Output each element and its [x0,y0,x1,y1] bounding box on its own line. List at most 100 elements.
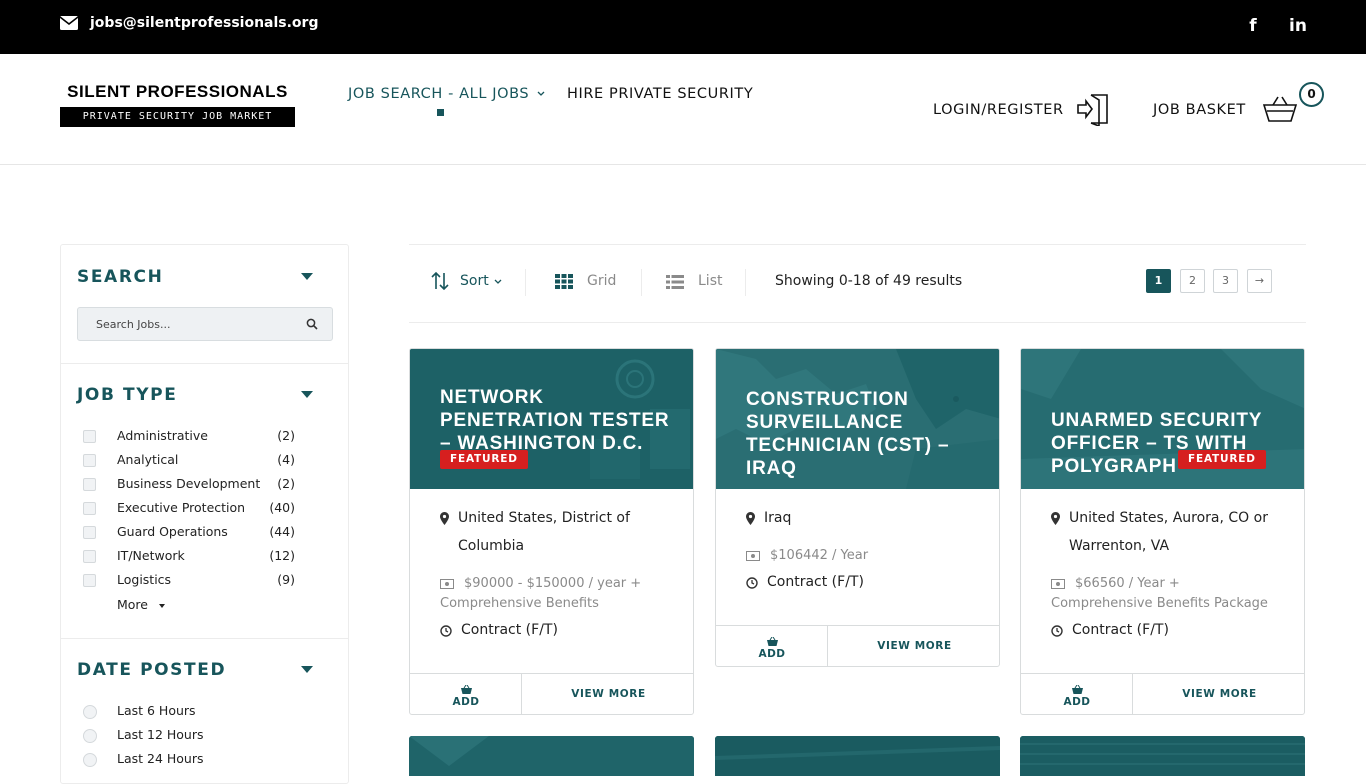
basket-icon [461,685,472,694]
job-type-count: (44) [269,524,295,539]
job-card: CONSTRUCTION SURVEILLANCE TECHNICIAN (CS… [715,348,1000,667]
featured-badge: FEATURED [440,450,528,469]
job-type-option[interactable]: Guard Operations (44) [83,523,295,543]
date-option[interactable]: Last 24 Hours [83,750,303,770]
job-card-banner[interactable]: UNARMED SECURITY OFFICER – TS WITH POLYG… [1021,349,1304,489]
checkbox[interactable] [83,550,96,563]
clock-icon [440,625,452,637]
nav-hire-security[interactable]: HIRE PRIVATE SECURITY [567,86,753,102]
job-type-label: Guard Operations [117,524,228,539]
checkbox[interactable] [83,526,96,539]
facebook-icon[interactable]: f [1242,15,1264,37]
location-pin-icon [1051,512,1060,525]
job-type-option[interactable]: Business Development (2) [83,475,295,495]
search-field [77,307,333,341]
job-type-collapse-caret-icon[interactable] [301,391,313,398]
add-to-basket-button[interactable]: ADD [716,626,828,666]
results-toolbar: Sort Grid List Showing 0-18 of 49 result… [409,244,1306,323]
salary-text: $106442 / Year [770,548,869,563]
radio-button[interactable] [83,729,97,743]
view-more-button[interactable]: VIEW MORE [523,674,693,714]
job-title[interactable]: CONSTRUCTION SURVEILLANCE TECHNICIAN (CS… [746,388,981,480]
job-location: United States, Aurora, CO or Warrenton, … [1051,504,1286,560]
search-collapse-caret-icon[interactable] [301,273,313,280]
job-card-banner[interactable] [409,736,694,776]
contact-email[interactable]: jobs@silentprofessionals.org [60,15,318,31]
date-option[interactable]: Last 12 Hours [83,726,303,746]
job-card-actions: ADD VIEW MORE [716,625,999,666]
job-title[interactable]: NETWORK PENETRATION TESTER – WASHINGTON … [440,386,675,455]
toolbar-separator [745,269,746,296]
job-type-option[interactable]: IT/Network (12) [83,547,295,567]
view-more-button[interactable]: VIEW MORE [1134,674,1304,714]
location-text: Iraq [764,510,792,526]
sort-dropdown[interactable]: Sort [460,273,489,289]
active-nav-indicator [437,109,444,116]
login-icon[interactable] [1077,92,1111,126]
job-card-banner[interactable] [1020,736,1305,776]
clock-icon [746,577,758,589]
job-type-option[interactable]: Analytical (4) [83,451,295,471]
job-basket-link[interactable]: JOB BASKET [1153,102,1246,118]
grid-view-button[interactable]: Grid [587,273,616,289]
add-label: ADD [1063,696,1091,708]
job-card-banner[interactable] [715,736,1000,776]
show-more-link[interactable]: More [117,597,148,612]
salary-benefits: Comprehensive Benefits [440,596,599,611]
nav-job-search-label: JOB SEARCH - ALL JOBS [348,86,530,102]
money-icon [440,579,454,589]
job-card: NETWORK PENETRATION TESTER – WASHINGTON … [409,348,694,715]
view-more-button[interactable]: VIEW MORE [829,626,999,666]
sort-icon[interactable] [431,271,449,291]
page-button-3[interactable]: 3 [1213,269,1238,293]
job-card-banner[interactable]: CONSTRUCTION SURVEILLANCE TECHNICIAN (CS… [716,349,999,489]
job-type-label: Executive Protection [117,500,246,515]
radio-button[interactable] [83,753,97,767]
date-option[interactable]: Last 6 Hours [83,702,303,722]
email-text: jobs@silentprofessionals.org [90,15,319,31]
date-posted-collapse-caret-icon[interactable] [301,666,313,673]
banner-pattern [1020,736,1305,776]
list-view-button[interactable]: List [698,273,722,289]
job-type-label: Analytical [117,452,179,467]
grid-view-icon[interactable] [555,274,573,289]
site-logo[interactable]: SILENT PROFESSIONALS PRIVATE SECURITY JO… [60,82,295,127]
job-card-actions: ADD VIEW MORE [1021,673,1304,714]
location-text: United States, District of Columbia [458,510,630,554]
money-icon [1051,579,1065,589]
job-card: UNARMED SECURITY OFFICER – TS WITH POLYG… [1020,348,1305,715]
contract-text: Contract (F/T) [767,574,864,590]
search-icon[interactable] [306,318,318,330]
list-view-icon[interactable] [666,275,684,289]
logo-title: SILENT PROFESSIONALS [67,82,288,101]
chevron-down-icon[interactable] [494,279,502,285]
job-type-option[interactable]: Logistics (9) [83,571,295,591]
job-type-count: (4) [277,452,295,467]
toolbar-separator [525,269,526,296]
job-type-option[interactable]: Executive Protection (40) [83,499,295,519]
date-option-label: Last 12 Hours [117,727,204,742]
radio-button[interactable] [83,705,97,719]
search-input[interactable] [78,308,298,340]
page-button-1[interactable]: 1 [1146,269,1171,293]
job-type-option[interactable]: Administrative (2) [83,427,295,447]
add-to-basket-button[interactable]: ADD [410,674,522,714]
nav-job-search[interactable]: JOB SEARCH - ALL JOBS [348,86,545,102]
checkbox[interactable] [83,574,96,587]
checkbox[interactable] [83,502,96,515]
checkbox[interactable] [83,478,96,491]
login-register-link[interactable]: LOGIN/REGISTER [933,102,1064,118]
contract-text: Contract (F/T) [461,622,558,638]
checkbox[interactable] [83,454,96,467]
job-location: Iraq [746,504,981,532]
basket-icon[interactable] [1263,96,1297,122]
chevron-down-icon[interactable] [159,604,165,608]
job-card-banner[interactable]: NETWORK PENETRATION TESTER – WASHINGTON … [410,349,693,489]
add-to-basket-button[interactable]: ADD [1021,674,1133,714]
next-page-button[interactable]: → [1247,269,1272,293]
location-text: United States, Aurora, CO or Warrenton, … [1069,510,1268,554]
linkedin-icon[interactable]: in [1287,15,1309,37]
page-button-2[interactable]: 2 [1180,269,1205,293]
checkbox[interactable] [83,430,96,443]
add-label: ADD [452,696,480,708]
